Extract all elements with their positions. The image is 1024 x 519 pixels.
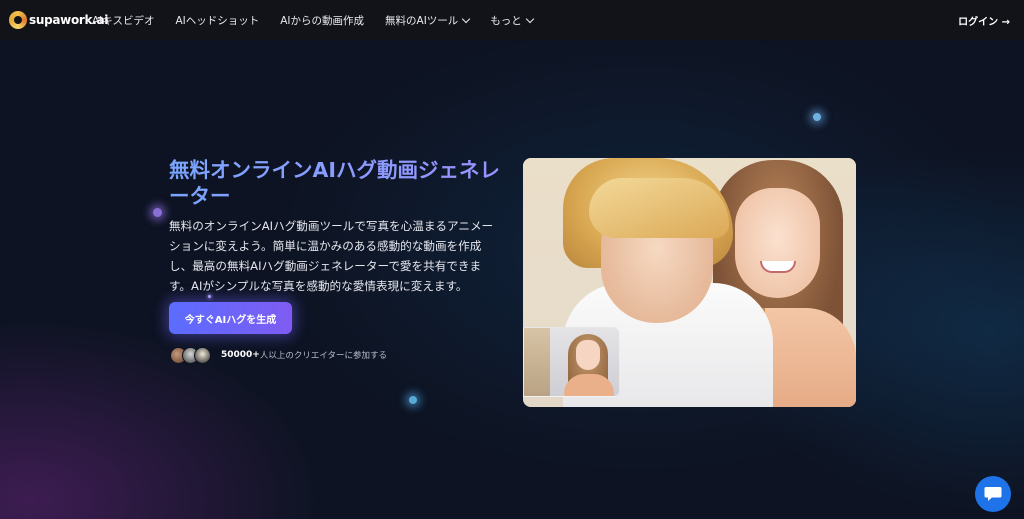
hero-description: 無料のオンラインAIハグ動画ツールで写真を心温まるアニメーションに変えよう。簡単…: [169, 219, 494, 293]
chevron-down-icon: [525, 14, 535, 23]
creator-count-label: 人以上のクリエイターに参加する: [259, 351, 388, 361]
nav-menu: AIキスビデオ AIヘッドショット AIからの動画作成 無料のAIツール もっと: [92, 0, 554, 40]
chat-support-button[interactable]: [975, 476, 1011, 512]
avatar: [194, 346, 211, 364]
nav-item-free-ai-tools[interactable]: 無料のAIツール: [385, 13, 471, 28]
logo-mark-icon: [9, 11, 27, 29]
hero-example-image: [523, 158, 856, 407]
login-link[interactable]: ログイン →: [958, 13, 1010, 28]
top-navbar: supawork.ai AIキスビデオ AIヘッドショット AIからの動画作成 …: [0, 0, 1024, 40]
nav-item-label: AIキスビデオ: [92, 14, 155, 27]
glow-dot: [813, 113, 821, 121]
nav-item-label: AIヘッドショット: [175, 14, 260, 27]
glow-dot: [409, 396, 417, 404]
nav-item-ai-video-creation[interactable]: AIからの動画作成: [280, 13, 364, 28]
nav-item-label: もっと: [490, 14, 522, 27]
nav-item-more[interactable]: もっと: [490, 13, 535, 28]
nav-item-ai-headshot[interactable]: AIヘッドショット: [175, 13, 259, 28]
glow-dot: [153, 208, 162, 217]
creator-avatars: [170, 346, 211, 364]
social-proof: 50000+ 人以上のクリエイターに参加する: [170, 346, 387, 364]
nav-item-ai-kiss-video[interactable]: AIキスビデオ: [92, 13, 154, 28]
nav-item-label: 無料のAIツール: [385, 14, 459, 27]
creator-count: 50000+: [221, 350, 260, 360]
generate-ai-hug-button[interactable]: 今すぐAIハグを生成: [169, 302, 292, 334]
chevron-down-icon: [462, 14, 471, 23]
chat-bubble-icon: [984, 487, 1002, 501]
hero-title: 無料オンラインAIハグ動画ジェネレーター: [169, 157, 509, 209]
nav-item-label: AIからの動画作成: [280, 14, 365, 27]
source-photo-thumbnail: [523, 327, 620, 397]
